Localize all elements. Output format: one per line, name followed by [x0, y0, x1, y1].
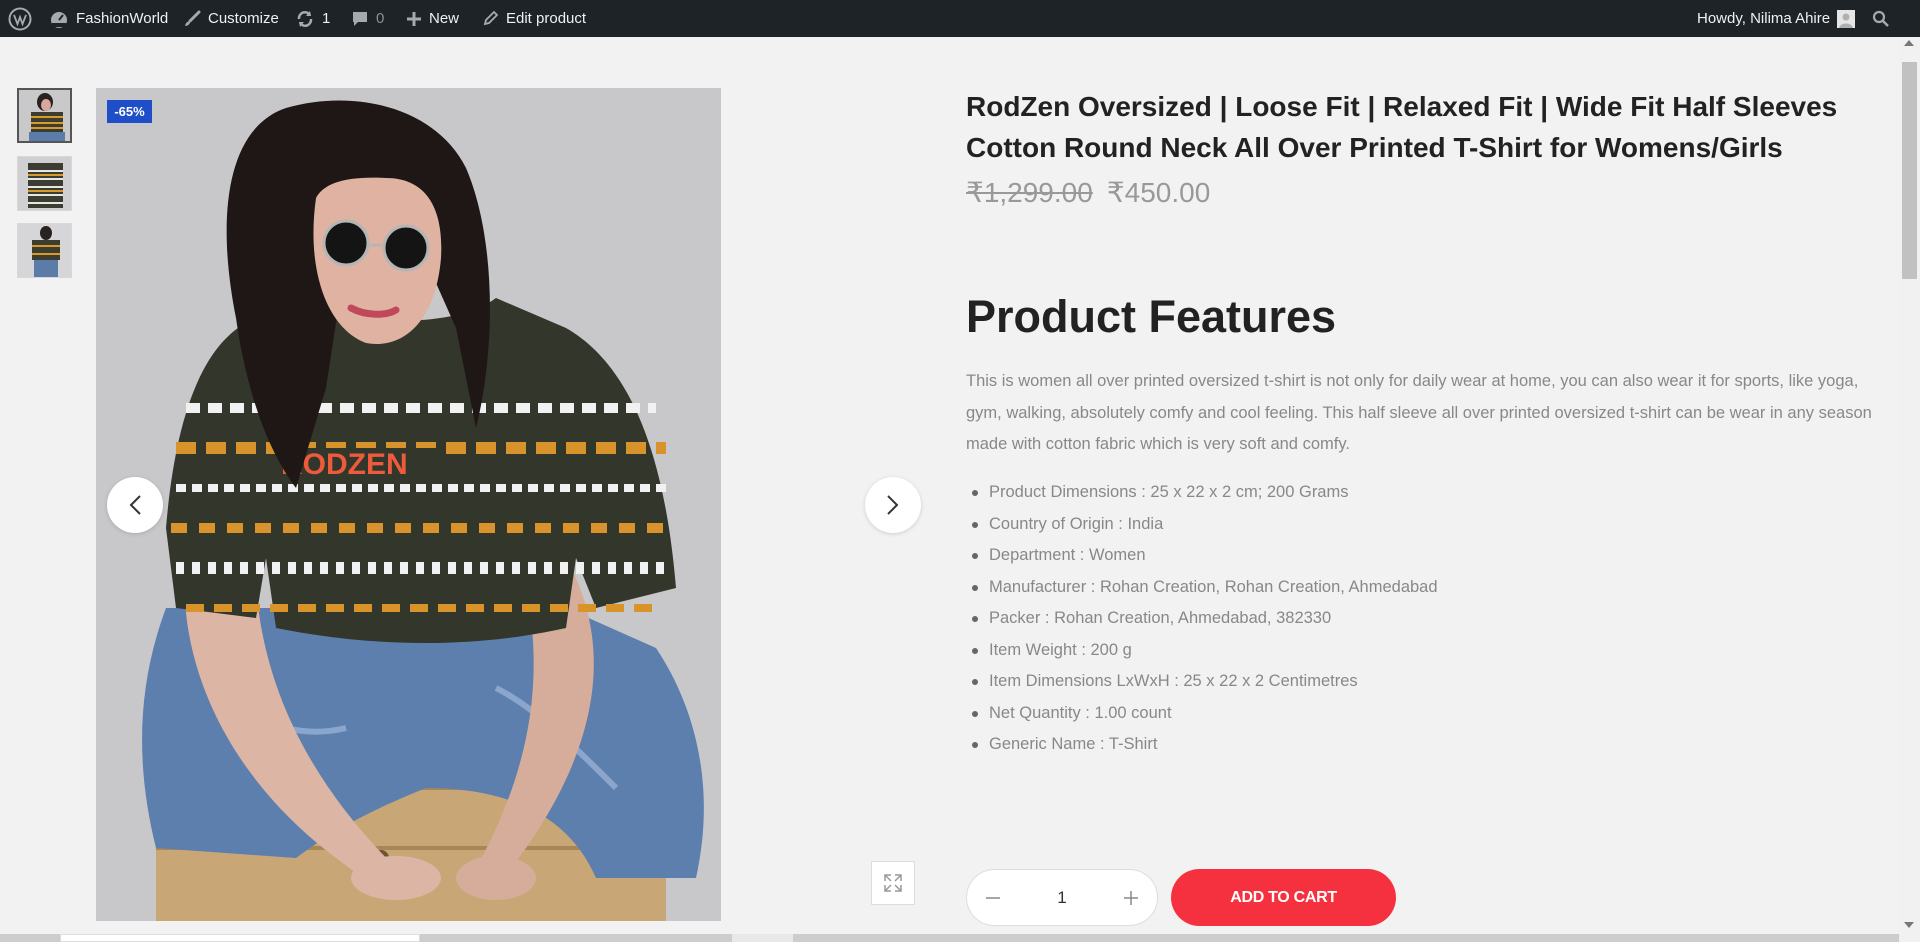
spec-list: Product Dimensions : 25 x 22 x 2 cm; 200…: [972, 477, 1438, 761]
product-description: This is women all over printed oversized…: [966, 372, 1872, 453]
next-image-button[interactable]: [865, 477, 921, 533]
avatar: [1837, 9, 1856, 28]
minus-icon: [986, 896, 1000, 899]
decrease-quantity-button[interactable]: [985, 890, 1001, 906]
plus-icon: [407, 11, 421, 26]
new-content-link[interactable]: New: [406, 0, 459, 37]
quantity-stepper: 1: [966, 869, 1158, 926]
pencil-icon: [483, 10, 499, 26]
plus-icon: [1124, 890, 1138, 905]
comments-count: 0: [376, 10, 385, 27]
spec-item-country: Country of Origin : India: [972, 509, 1438, 541]
edit-product-link[interactable]: Edit product: [482, 0, 586, 37]
add-to-cart-button[interactable]: ADD TO CART: [1171, 869, 1396, 926]
regular-price: ₹1,299.00: [966, 177, 1093, 208]
chevron-left-icon: [129, 495, 141, 515]
customize-link[interactable]: Customize: [183, 0, 279, 37]
expand-image-button[interactable]: [871, 861, 915, 905]
spec-item-item-dimensions: Item Dimensions LxWxH : 25 x 22 x 2 Cent…: [972, 666, 1438, 698]
sale-price: ₹450.00: [1106, 177, 1211, 208]
product-main-image[interactable]: RODZEN: [96, 88, 721, 921]
price: ₹1,299.00 ₹450.00: [966, 176, 1210, 209]
quantity-input[interactable]: 1: [1032, 888, 1092, 908]
wordpress-logo-icon[interactable]: [8, 0, 32, 37]
partial-image-strip: [60, 934, 420, 942]
site-name-link[interactable]: FashionWorld: [49, 0, 168, 37]
spec-item-weight: Item Weight : 200 g: [972, 635, 1438, 667]
chevron-right-icon: [887, 495, 899, 515]
increase-quantity-button[interactable]: [1123, 890, 1139, 906]
spec-item-generic-name: Generic Name : T-Shirt: [972, 729, 1438, 761]
spec-item-dimensions: Product Dimensions : 25 x 22 x 2 cm; 200…: [972, 477, 1438, 509]
my-account-link[interactable]: Howdy, Nilima Ahire: [1697, 0, 1856, 37]
new-label: New: [429, 10, 460, 27]
customize-label: Customize: [208, 10, 279, 27]
discount-badge: -65%: [107, 100, 152, 123]
features-heading: Product Features: [966, 291, 1337, 342]
updates-count: 1: [322, 10, 331, 27]
brush-icon: [185, 10, 201, 26]
thumbnail-2[interactable]: [17, 156, 72, 211]
dashboard-icon: [51, 11, 67, 28]
expand-icon: [884, 874, 902, 892]
scroll-up-arrow-icon[interactable]: [1904, 40, 1914, 46]
admin-bar: FashionWorld Customize 1 0 New Edit prod…: [0, 0, 1920, 37]
comment-icon: [353, 11, 367, 26]
howdy-label: Howdy, Nilima Ahire: [1697, 10, 1831, 27]
search-icon[interactable]: [1872, 0, 1890, 37]
horizontal-scrollbar-right[interactable]: [793, 934, 1899, 942]
edit-product-label: Edit product: [506, 10, 587, 27]
site-name-label: FashionWorld: [76, 10, 169, 27]
updates-link[interactable]: 1: [295, 0, 330, 37]
previous-image-button[interactable]: [107, 477, 163, 533]
spec-item-packer: Packer : Rohan Creation, Ahmedabad, 3823…: [972, 603, 1438, 635]
comments-link[interactable]: 0: [351, 0, 384, 37]
product-title-line-1: RodZen Oversized | Loose Fit | Relaxed F…: [966, 91, 1838, 122]
vertical-scrollbar-thumb[interactable]: [1902, 62, 1917, 279]
spec-item-department: Department : Women: [972, 540, 1438, 572]
updates-icon: [297, 10, 313, 27]
scroll-down-arrow-icon[interactable]: [1904, 922, 1914, 928]
spec-item-manufacturer: Manufacturer : Rohan Creation, Rohan Cre…: [972, 572, 1438, 604]
thumbnail-3[interactable]: [17, 223, 72, 278]
product-title: RodZen Oversized | Loose Fit | Relaxed F…: [966, 86, 1866, 168]
thumbnail-1[interactable]: [17, 88, 72, 143]
spec-item-net-quantity: Net Quantity : 1.00 count: [972, 698, 1438, 730]
product-title-line-2: Cotton Round Neck All Over Printed T-Shi…: [966, 132, 1783, 163]
